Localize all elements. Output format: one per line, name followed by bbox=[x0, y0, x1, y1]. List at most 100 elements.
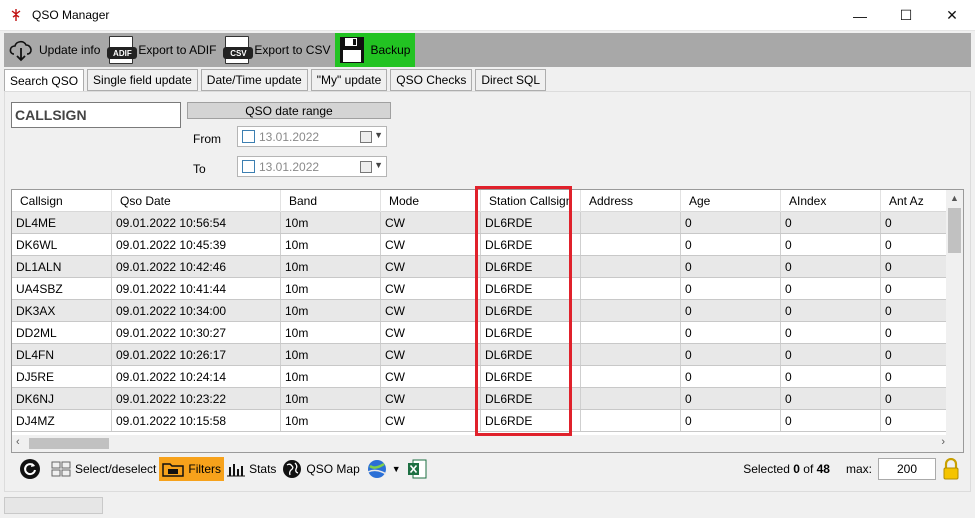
cell-band[interactable]: 10m bbox=[281, 256, 381, 277]
cell-station-callsign[interactable]: DL6RDE bbox=[481, 322, 581, 343]
to-date-checkbox[interactable] bbox=[242, 160, 255, 173]
cell-aindex[interactable]: 0 bbox=[781, 300, 881, 321]
cell-aindex[interactable]: 0 bbox=[781, 256, 881, 277]
cell-callsign[interactable]: UA4SBZ bbox=[12, 278, 112, 299]
table-row[interactable]: DK3AX 09.01.2022 10:34:00 10m CW DL6RDE 0 0 0 bbox=[12, 300, 961, 322]
cell-mode[interactable]: CW bbox=[381, 278, 481, 299]
cell-mode[interactable]: CW bbox=[381, 366, 481, 387]
cell-qso-date[interactable]: 09.01.2022 10:15:58 bbox=[112, 410, 281, 431]
tab-single-field-update[interactable]: Single field update bbox=[87, 69, 198, 91]
cell-qso-date[interactable]: 09.01.2022 10:24:14 bbox=[112, 366, 281, 387]
cell-mode[interactable]: CW bbox=[381, 212, 481, 233]
cell-aindex[interactable]: 0 bbox=[781, 278, 881, 299]
cell-station-callsign[interactable]: DL6RDE bbox=[481, 256, 581, 277]
cell-qso-date[interactable]: 09.01.2022 10:56:54 bbox=[112, 212, 281, 233]
table-row[interactable]: UA4SBZ 09.01.2022 10:41:44 10m CW DL6RDE 0 0 0 bbox=[12, 278, 961, 300]
cell-mode[interactable]: CW bbox=[381, 300, 481, 321]
excel-export-button[interactable] bbox=[404, 457, 434, 481]
scroll-right-icon[interactable]: › bbox=[941, 436, 945, 448]
cell-address[interactable] bbox=[581, 388, 681, 409]
horizontal-scroll-thumb[interactable] bbox=[29, 438, 109, 449]
cell-aindex[interactable]: 0 bbox=[781, 410, 881, 431]
to-date-picker[interactable]: 13.01.2022 ▼ bbox=[237, 156, 387, 177]
table-row[interactable]: DD2ML 09.01.2022 10:30:27 10m CW DL6RDE 0 0 0 bbox=[12, 322, 961, 344]
vertical-scroll-thumb[interactable] bbox=[948, 208, 961, 253]
column-header-aindex[interactable]: AIndex bbox=[781, 190, 881, 212]
lock-icon[interactable] bbox=[942, 458, 960, 480]
horizontal-scrollbar[interactable]: ‹ › bbox=[12, 435, 963, 452]
cell-callsign[interactable]: DJ4MZ bbox=[12, 410, 112, 431]
filters-button[interactable]: Filters bbox=[159, 457, 225, 481]
from-date-checkbox[interactable] bbox=[242, 130, 255, 143]
backup-button[interactable]: Backup bbox=[335, 33, 416, 67]
cell-age[interactable]: 0 bbox=[681, 300, 781, 321]
cell-band[interactable]: 10m bbox=[281, 300, 381, 321]
cell-aindex[interactable]: 0 bbox=[781, 322, 881, 343]
cell-station-callsign[interactable]: DL6RDE bbox=[481, 410, 581, 431]
cell-age[interactable]: 0 bbox=[681, 366, 781, 387]
close-button[interactable]: ✕ bbox=[929, 0, 975, 31]
cell-aindex[interactable]: 0 bbox=[781, 388, 881, 409]
max-rows-input[interactable]: 200 bbox=[878, 458, 936, 480]
cell-qso-date[interactable]: 09.01.2022 10:45:39 bbox=[112, 234, 281, 255]
column-header-callsign[interactable]: Callsign bbox=[12, 190, 112, 212]
cell-aindex[interactable]: 0 bbox=[781, 366, 881, 387]
cell-qso-date[interactable]: 09.01.2022 10:34:00 bbox=[112, 300, 281, 321]
cell-qso-date[interactable]: 09.01.2022 10:41:44 bbox=[112, 278, 281, 299]
cell-band[interactable]: 10m bbox=[281, 388, 381, 409]
cell-mode[interactable]: CW bbox=[381, 256, 481, 277]
cell-band[interactable]: 10m bbox=[281, 278, 381, 299]
cell-aindex[interactable]: 0 bbox=[781, 344, 881, 365]
cell-band[interactable]: 10m bbox=[281, 344, 381, 365]
chevron-down-icon[interactable]: ▼ bbox=[374, 130, 383, 140]
cell-station-callsign[interactable]: DL6RDE bbox=[481, 388, 581, 409]
refresh-button[interactable] bbox=[16, 457, 48, 481]
cell-age[interactable]: 0 bbox=[681, 344, 781, 365]
cell-age[interactable]: 0 bbox=[681, 388, 781, 409]
column-header-mode[interactable]: Mode bbox=[381, 190, 481, 212]
cell-station-callsign[interactable]: DL6RDE bbox=[481, 212, 581, 233]
cell-qso-date[interactable]: 09.01.2022 10:30:27 bbox=[112, 322, 281, 343]
minimize-button[interactable]: — bbox=[837, 0, 883, 31]
cell-mode[interactable]: CW bbox=[381, 322, 481, 343]
stats-button[interactable]: Stats bbox=[224, 457, 279, 481]
cell-mode[interactable]: CW bbox=[381, 344, 481, 365]
cell-station-callsign[interactable]: DL6RDE bbox=[481, 366, 581, 387]
cell-band[interactable]: 10m bbox=[281, 212, 381, 233]
cell-band[interactable]: 10m bbox=[281, 410, 381, 431]
cell-aindex[interactable]: 0 bbox=[781, 234, 881, 255]
cell-callsign[interactable]: DD2ML bbox=[12, 322, 112, 343]
cell-band[interactable]: 10m bbox=[281, 234, 381, 255]
tab-search-qso[interactable]: Search QSO bbox=[4, 69, 85, 92]
cell-address[interactable] bbox=[581, 322, 681, 343]
cell-age[interactable]: 0 bbox=[681, 212, 781, 233]
column-header-address[interactable]: Address bbox=[581, 190, 681, 212]
cell-station-callsign[interactable]: DL6RDE bbox=[481, 344, 581, 365]
table-row[interactable]: DK6NJ 09.01.2022 10:23:22 10m CW DL6RDE 0 0 0 bbox=[12, 388, 961, 410]
table-row[interactable]: DL1ALN 09.01.2022 10:42:46 10m CW DL6RDE 0 0 0 bbox=[12, 256, 961, 278]
export-csv-button[interactable]: CSV Export to CSV bbox=[221, 33, 335, 67]
cell-mode[interactable]: CW bbox=[381, 410, 481, 431]
update-info-button[interactable]: Update info bbox=[4, 33, 105, 67]
cell-qso-date[interactable]: 09.01.2022 10:23:22 bbox=[112, 388, 281, 409]
from-date-picker[interactable]: 13.01.2022 ▼ bbox=[237, 126, 387, 147]
cell-address[interactable] bbox=[581, 234, 681, 255]
cell-qso-date[interactable]: 09.01.2022 10:26:17 bbox=[112, 344, 281, 365]
table-row[interactable]: DL4ME 09.01.2022 10:56:54 10m CW DL6RDE 0 0 0 bbox=[12, 212, 961, 234]
cell-age[interactable]: 0 bbox=[681, 234, 781, 255]
cell-callsign[interactable]: DK3AX bbox=[12, 300, 112, 321]
qso-map-button[interactable]: QSO Map bbox=[279, 457, 362, 481]
chevron-down-icon[interactable]: ▼ bbox=[374, 160, 383, 170]
cell-callsign[interactable]: DL1ALN bbox=[12, 256, 112, 277]
tab-my-update[interactable]: "My" update bbox=[310, 69, 388, 91]
cell-age[interactable]: 0 bbox=[681, 322, 781, 343]
cell-callsign[interactable]: DJ5RE bbox=[12, 366, 112, 387]
cell-address[interactable] bbox=[581, 410, 681, 431]
maximize-button[interactable]: ☐ bbox=[883, 0, 929, 31]
tab-direct-sql[interactable]: Direct SQL bbox=[475, 69, 547, 91]
cell-callsign[interactable]: DK6WL bbox=[12, 234, 112, 255]
cell-band[interactable]: 10m bbox=[281, 366, 381, 387]
column-header-band[interactable]: Band bbox=[281, 190, 381, 212]
column-header-age[interactable]: Age bbox=[681, 190, 781, 212]
google-earth-button[interactable]: ▼ bbox=[363, 457, 404, 481]
